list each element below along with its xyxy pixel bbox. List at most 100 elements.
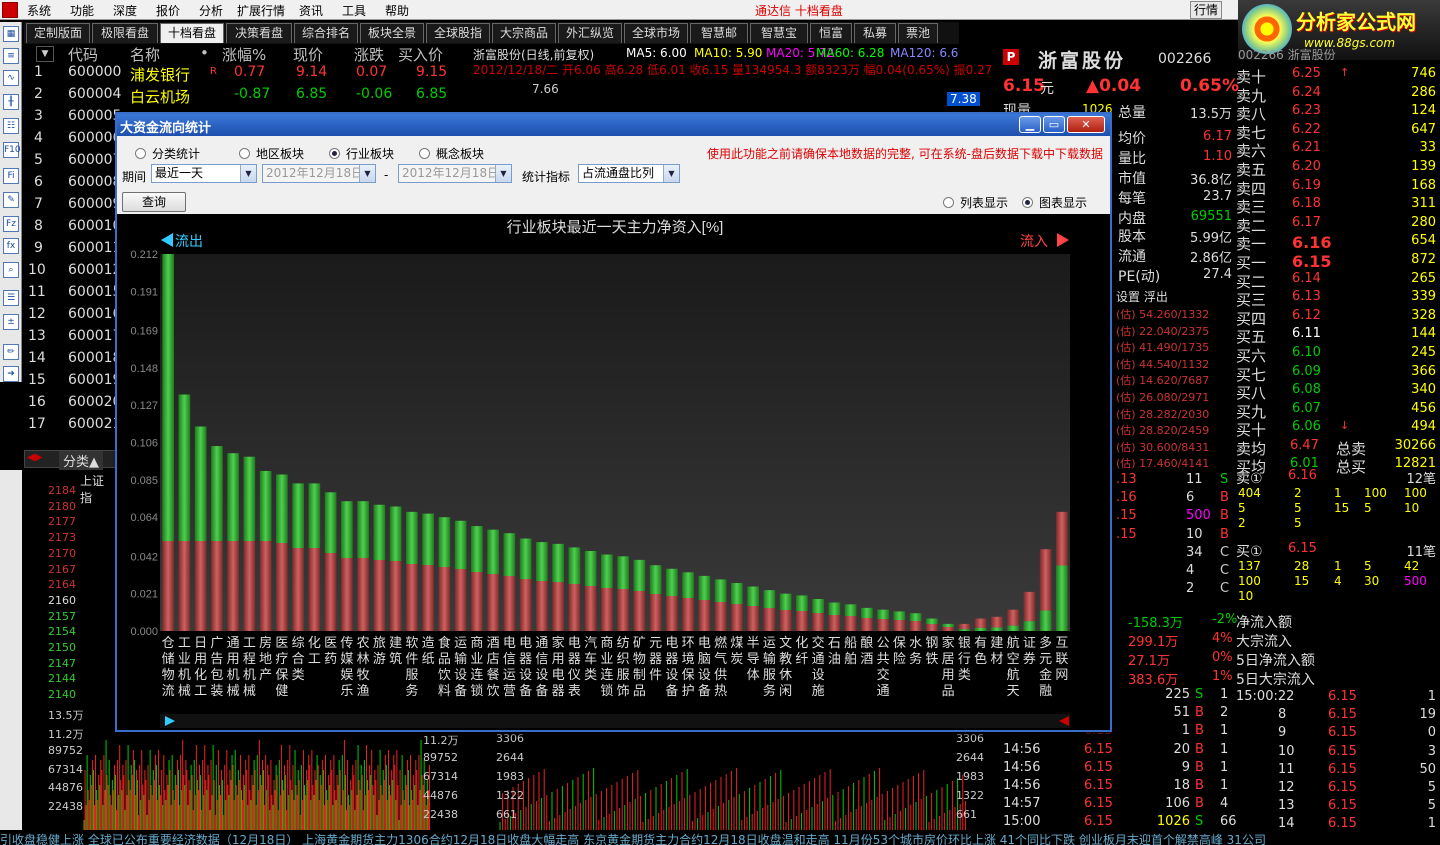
orderbook-row[interactable]: 卖八 6.23 124	[1232, 103, 1440, 123]
grid-icon[interactable]: ▦	[3, 26, 19, 42]
chart-scrollbar[interactable]	[160, 714, 1070, 728]
date-from-value: 2012年12月18日	[266, 166, 364, 180]
prev-arrow-icon[interactable]: ◀▶	[27, 452, 42, 463]
col-name[interactable]: 名称	[130, 44, 160, 65]
candle-icon[interactable]: ╫	[3, 94, 19, 110]
list2-icon[interactable]: ☰	[3, 290, 19, 306]
inflow-bar	[1056, 511, 1068, 566]
cell: 14:56	[1003, 778, 1041, 793]
menu-item[interactable]: 系统	[27, 2, 51, 19]
col-price[interactable]: 现价	[293, 44, 323, 65]
orderbook-row[interactable]: 买八 6.08 340	[1232, 382, 1440, 402]
orderbook-row[interactable]: 卖一 6.16 654	[1232, 233, 1440, 253]
menu-item[interactable]: 深度	[113, 2, 137, 19]
radio-0[interactable]: 分类统计	[135, 145, 200, 162]
tab-0[interactable]: 定制版面	[26, 23, 90, 43]
tab-2[interactable]: 十档看盘	[160, 23, 224, 43]
formula-icon[interactable]: fx	[3, 238, 19, 254]
date-from-picker[interactable]: 2012年12月18日 ▼	[262, 164, 376, 183]
pencil-icon[interactable]: ✏	[3, 344, 19, 360]
fiz-icon[interactable]: Fz	[3, 216, 19, 232]
tab-3[interactable]: 决策看盘	[226, 23, 292, 43]
tab-6[interactable]: 全球股指	[426, 23, 490, 43]
orderbook-row[interactable]: 卖六 6.21 33	[1232, 140, 1440, 160]
category-label: 娱	[340, 667, 353, 682]
orderbook-row[interactable]: 买十 6.06 ↓ 494	[1232, 419, 1440, 439]
f10-icon[interactable]: F10	[3, 142, 21, 158]
sort-toggle-icon[interactable]: ▼	[36, 46, 54, 62]
category-tab[interactable]: 分类▲	[59, 451, 103, 470]
menu-item[interactable]: 工具	[342, 2, 366, 19]
cell: 大宗流入	[1236, 634, 1292, 650]
search-icon[interactable]: ⌕	[3, 262, 19, 278]
metric-select[interactable]: 占流通盘比列 ▼	[578, 164, 680, 183]
tab-4[interactable]: 综合排名	[294, 23, 358, 43]
tab-7[interactable]: 大宗商品	[492, 23, 556, 43]
cell: 600016	[68, 306, 122, 322]
orderbook-row[interactable]: 卖四 6.19 168	[1232, 178, 1440, 198]
menu-item[interactable]: 扩展行情	[237, 2, 285, 19]
orderbook-row[interactable]: 卖五 6.20 139	[1232, 159, 1440, 179]
list-icon[interactable]: ≡	[3, 48, 19, 64]
menu-item[interactable]: 分析	[199, 2, 223, 19]
calc-icon[interactable]: ±	[3, 314, 19, 330]
tab-10[interactable]: 智慧邮	[690, 23, 748, 43]
tab-9[interactable]: 全球市场	[624, 23, 688, 43]
cell: 内盘	[1118, 211, 1146, 227]
close-icon[interactable]: ✕	[1067, 116, 1105, 133]
settings-link[interactable]: 设置 浮出	[1116, 288, 1168, 305]
orderbook-row[interactable]: 卖十 6.25 ↑ 746	[1232, 66, 1440, 86]
tab-8[interactable]: 外汇纵览	[558, 23, 622, 43]
finance-icon[interactable]: Fi	[3, 168, 19, 184]
menu-item[interactable]: 功能	[70, 2, 94, 19]
col-code[interactable]: 代码	[68, 44, 98, 65]
outflow-bar	[438, 517, 451, 567]
menu-item[interactable]: 资讯	[299, 2, 323, 19]
radio-3[interactable]: 概念板块	[419, 145, 484, 162]
minimize-icon[interactable]: ▁	[1019, 116, 1041, 133]
orderbook-row[interactable]: 卖七 6.22 647	[1232, 122, 1440, 142]
orderbook-row[interactable]: 买六 6.10 245	[1232, 345, 1440, 365]
orderbook-row[interactable]: 卖三 6.18 311	[1232, 196, 1440, 216]
maximize-icon[interactable]: ▭	[1043, 116, 1065, 133]
outflow-bar	[422, 513, 434, 565]
orderbook-row[interactable]: 买五 6.11 144	[1232, 326, 1440, 346]
orderbook-row[interactable]: 买三 6.13 339	[1232, 289, 1440, 309]
orderbook-row[interactable]: 卖九 6.24 286	[1232, 85, 1440, 105]
orderbook-row[interactable]: 买四 6.12 328	[1232, 308, 1440, 328]
orderbook-row[interactable]: 买二 6.14 265	[1232, 271, 1440, 291]
tab-5[interactable]: 板块全景	[360, 23, 424, 43]
query-button[interactable]: 查询	[122, 192, 186, 212]
tab-11[interactable]: 智慧宝	[750, 23, 808, 43]
radio-1[interactable]: 地区板块	[239, 145, 304, 162]
export-icon[interactable]: ➔	[3, 366, 19, 382]
col-change[interactable]: 涨跌	[354, 44, 384, 65]
col-change-pct[interactable]: 涨幅%	[222, 44, 266, 65]
menu-item[interactable]: 帮助	[385, 2, 409, 19]
table-icon[interactable]: ☷	[3, 118, 19, 134]
orderbook-row[interactable]: 买九 6.07 456	[1232, 401, 1440, 421]
view-list-radio[interactable]: 列表显示	[943, 194, 1008, 211]
tab-12[interactable]: 恒富	[810, 23, 852, 43]
period-select[interactable]: 最近一天 ▼	[151, 164, 257, 183]
tab-14[interactable]: 票池	[898, 23, 938, 43]
news-ticker[interactable]: 引收盘稳健上涨 全球已公布重要经济数据（12月18日） 上海黄金期货主力1306…	[0, 831, 1440, 845]
orderbook-row[interactable]: 卖二 6.17 280	[1232, 215, 1440, 235]
orderbook-row[interactable]: 买一 6.15 872	[1232, 252, 1440, 272]
col-bid[interactable]: 买入价	[398, 44, 443, 65]
note-icon[interactable]: ✎	[3, 192, 19, 208]
outflow-bar	[796, 595, 808, 611]
line-chart-icon[interactable]: ∿	[3, 70, 19, 86]
category-label: 软	[405, 635, 418, 650]
quote-button[interactable]: 行情	[1190, 1, 1222, 19]
tab-1[interactable]: 极限看盘	[92, 23, 158, 43]
view-chart-radio[interactable]: 图表显示	[1022, 194, 1087, 211]
orderbook-row[interactable]: 买七 6.09 366	[1232, 364, 1440, 384]
menu-item[interactable]: 报价	[156, 2, 180, 19]
radio-2[interactable]: 行业板块	[329, 145, 394, 162]
stock-row[interactable]: 1 600000 浦发银行 R 0.77 9.14 0.07 9.15	[24, 64, 454, 86]
category-label: 连	[470, 667, 483, 682]
tab-13[interactable]: 私募	[854, 23, 896, 43]
stock-row[interactable]: 2 600004 白云机场 -0.87 6.85 -0.06 6.85	[24, 86, 454, 108]
date-to-picker[interactable]: 2012年12月18日 ▼	[398, 164, 512, 183]
